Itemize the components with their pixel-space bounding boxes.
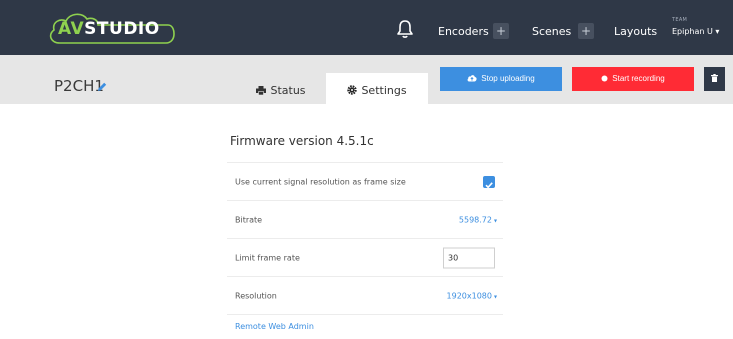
setting-row-bitrate: Bitrate 5598.72 ▾ — [227, 200, 503, 238]
setting-row-resolution: Resolution 1920x1080 ▾ — [227, 276, 503, 314]
nav-layouts[interactable]: Layouts — [614, 25, 657, 38]
setting-row-signal-resolution: Use current signal resolution as frame s… — [227, 162, 503, 200]
chevron-down-icon: ▾ — [715, 27, 720, 36]
bitrate-label: Bitrate — [235, 215, 263, 224]
bitrate-dropdown[interactable]: 5598.72 ▾ — [459, 215, 497, 224]
gear-icon — [347, 85, 358, 95]
avstudio-logo[interactable]: AVSTUDIO — [46, 10, 176, 46]
setting-row-frame-rate: Limit frame rate — [227, 238, 503, 276]
bell-icon[interactable] — [396, 19, 414, 39]
remote-web-admin-link[interactable]: Remote Web Admin — [235, 322, 314, 331]
caret-down-icon: ▾ — [493, 217, 497, 224]
frame-rate-label: Limit frame rate — [235, 253, 300, 262]
printer-icon — [256, 86, 267, 96]
logo-text: AVSTUDIO — [58, 19, 160, 39]
caret-down-icon: ▾ — [493, 293, 497, 300]
top-navbar: AVSTUDIO Encoders + Scenes + Layouts TEA… — [0, 0, 733, 55]
team-user-menu[interactable]: Epiphan U ▾ — [672, 27, 719, 36]
tab-settings[interactable]: Settings — [326, 73, 428, 104]
start-recording-button[interactable]: Start recording — [572, 67, 694, 91]
resolution-dropdown[interactable]: 1920x1080 ▾ — [447, 291, 497, 300]
signal-resolution-label: Use current signal resolution as frame s… — [235, 177, 406, 186]
team-label: TEAM — [672, 17, 688, 23]
frame-rate-input[interactable] — [443, 247, 495, 268]
resolution-label: Resolution — [235, 291, 277, 300]
nav-encoders[interactable]: Encoders — [438, 25, 489, 38]
add-encoder-button[interactable]: + — [493, 23, 509, 39]
firmware-version-title: Firmware version 4.5.1c — [230, 134, 374, 148]
stop-uploading-button[interactable]: Stop uploading — [440, 67, 562, 91]
checkmark-icon — [485, 181, 493, 188]
add-scene-button[interactable]: + — [578, 23, 594, 39]
tab-status[interactable]: Status — [236, 73, 326, 104]
divider — [227, 314, 503, 315]
cloud-upload-icon — [467, 75, 477, 82]
record-dot-icon — [601, 75, 608, 82]
trash-icon — [711, 74, 718, 82]
signal-resolution-checkbox[interactable] — [483, 175, 495, 188]
delete-channel-button[interactable] — [704, 67, 725, 91]
pencil-icon[interactable] — [96, 81, 108, 93]
nav-scenes[interactable]: Scenes — [532, 25, 571, 38]
